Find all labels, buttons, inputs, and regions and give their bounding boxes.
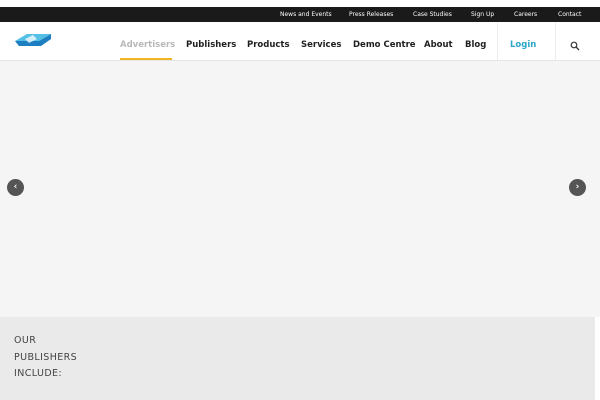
- slider-next-button[interactable]: ›: [569, 179, 586, 196]
- top-utility-bar: News and Events Press Releases Case Stud…: [0, 7, 600, 22]
- nav-item-demo-centre[interactable]: Demo Centre: [353, 22, 416, 60]
- nav-divider: [497, 22, 498, 60]
- active-nav-underline: [120, 58, 172, 60]
- logo-icon[interactable]: [13, 31, 53, 49]
- nav-item-advertisers[interactable]: Advertisers: [120, 22, 175, 60]
- news-and-events-link[interactable]: News and Events: [280, 7, 332, 22]
- hero-slider: ‹ ›: [0, 61, 600, 317]
- sign-up-link[interactable]: Sign Up: [471, 7, 494, 22]
- nav-item-products[interactable]: Products: [247, 22, 290, 60]
- chevron-right-icon: ›: [575, 182, 580, 192]
- nav-item-blog[interactable]: Blog: [465, 22, 486, 60]
- heading-line: OUR: [14, 335, 37, 346]
- nav-divider: [555, 22, 556, 60]
- heading-line: PUBLISHERS: [14, 351, 78, 363]
- case-studies-link[interactable]: Case Studies: [413, 7, 452, 22]
- publishers-heading: OUR PUBLISHERS INCLUDE:: [14, 333, 84, 383]
- search-icon[interactable]: [570, 41, 580, 51]
- login-link[interactable]: Login: [510, 22, 536, 60]
- heading-line: INCLUDE:: [14, 368, 63, 379]
- careers-link[interactable]: Careers: [514, 7, 537, 22]
- chevron-left-icon: ‹: [13, 182, 18, 192]
- nav-item-about[interactable]: About: [424, 22, 453, 60]
- publishers-section: OUR PUBLISHERS INCLUDE:: [0, 317, 595, 400]
- main-navigation: Advertisers Publishers Products Services…: [0, 22, 600, 61]
- nav-item-publishers[interactable]: Publishers: [186, 22, 236, 60]
- slider-prev-button[interactable]: ‹: [7, 179, 24, 196]
- press-releases-link[interactable]: Press Releases: [349, 7, 393, 22]
- nav-item-services[interactable]: Services: [301, 22, 341, 60]
- contact-link[interactable]: Contact: [558, 7, 581, 22]
